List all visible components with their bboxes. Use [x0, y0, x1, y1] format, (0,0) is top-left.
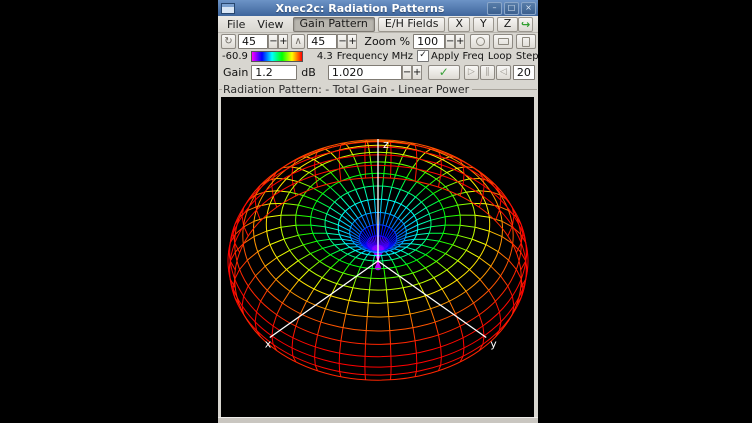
- rotate-spinbox[interactable]: 45: [238, 34, 268, 49]
- checkmark-icon: ✓: [419, 50, 427, 60]
- zoom-label: Zoom %: [364, 35, 410, 48]
- tab-gain-pattern[interactable]: Gain Pattern: [293, 17, 375, 32]
- view-reset-button[interactable]: [470, 34, 490, 49]
- redo-arrow-icon: ↪: [521, 18, 530, 31]
- rotate-increment-button[interactable]: +: [278, 34, 288, 49]
- svg-text:y: y: [490, 338, 497, 351]
- xnec2c-window: Xnec2c: Radiation Patterns – □ × File Vi…: [218, 0, 538, 423]
- rotate-button[interactable]: ↻: [221, 34, 236, 49]
- maximize-icon: □: [508, 3, 516, 12]
- svg-text:z: z: [383, 138, 389, 151]
- incline-increment-button[interactable]: +: [347, 34, 357, 49]
- apply-freq-checkbox[interactable]: ✓: [417, 50, 429, 62]
- gain-field: 1.2: [251, 65, 297, 80]
- incline-spinbox[interactable]: 45: [307, 34, 337, 49]
- page-icon: [522, 37, 530, 47]
- apply-freq-label: Apply Freq: [431, 51, 484, 62]
- window-title: Xnec2c: Radiation Patterns: [235, 1, 485, 16]
- zoom-increment-button[interactable]: +: [455, 34, 465, 49]
- pattern-frame-label: Radiation Pattern: - Total Gain - Linear…: [223, 83, 469, 96]
- circle-icon: [476, 37, 485, 46]
- desktop-background: Xnec2c: Radiation Patterns – □ × File Vi…: [0, 0, 752, 423]
- maximize-button[interactable]: □: [504, 2, 519, 15]
- axis-y-button[interactable]: Y: [473, 17, 494, 32]
- toolbar-row-rotation: ↻ 45 − + ∧ 45 − + Zoom % 100 − +: [218, 33, 538, 50]
- loop-label: Loop: [488, 51, 512, 62]
- window-menu-icon[interactable]: [221, 3, 235, 14]
- incline-decrement-button[interactable]: −: [337, 34, 347, 49]
- gain-scale-max: 4.3: [317, 51, 333, 62]
- menu-view[interactable]: View: [251, 18, 289, 31]
- frame-border-right: [472, 89, 537, 90]
- radiation-pattern-canvas[interactable]: x y z: [221, 97, 534, 417]
- loop-play-button[interactable]: ▷: [464, 65, 479, 80]
- minimize-button[interactable]: –: [487, 2, 502, 15]
- frame-header: Radiation Pattern: - Total Gain - Linear…: [218, 82, 538, 97]
- rewind-icon: ◁: [500, 67, 507, 77]
- menubar: File View Gain Pattern E/H Fields X Y Z …: [218, 16, 538, 33]
- menu-file[interactable]: File: [221, 18, 251, 31]
- incline-arrow-icon: ∧: [295, 36, 302, 47]
- db-label: dB: [301, 66, 316, 79]
- frequency-increment-button[interactable]: +: [412, 65, 422, 80]
- zoom-spinbox[interactable]: 100: [413, 34, 445, 49]
- frequency-spinbox[interactable]: 1.020: [328, 65, 402, 80]
- close-button[interactable]: ×: [521, 2, 536, 15]
- view-capture-button[interactable]: [516, 34, 536, 49]
- apply-button[interactable]: ✓: [428, 65, 460, 80]
- toolbar-row-gain: Gain 1.2 dB 1.020 − + ✓ ▷ ∥ ◁ 20: [218, 62, 538, 82]
- frame-border-left: [219, 89, 222, 90]
- rectangle-icon: [498, 38, 509, 45]
- toolbar-row-scale: -60.9 4.3 Frequency MHz ✓ Apply Freq Loo…: [218, 50, 538, 62]
- titlebar[interactable]: Xnec2c: Radiation Patterns – □ ×: [218, 0, 538, 16]
- pause-icon: ∥: [485, 67, 490, 77]
- view-normal-button[interactable]: [493, 34, 513, 49]
- tab-eh-fields[interactable]: E/H Fields: [378, 17, 446, 32]
- step-field[interactable]: 20: [513, 65, 535, 80]
- frequency-decrement-button[interactable]: −: [402, 65, 412, 80]
- incline-button[interactable]: ∧: [291, 34, 305, 49]
- axis-x-button[interactable]: X: [448, 17, 470, 32]
- colorbar: [251, 51, 303, 62]
- rotate-icon: ↻: [224, 36, 232, 47]
- gain-scale-min: -60.9: [222, 51, 248, 62]
- radiation-pattern-plot[interactable]: x y z: [221, 97, 534, 417]
- redo-button[interactable]: ↪: [518, 17, 533, 32]
- loop-pause-button[interactable]: ∥: [480, 65, 495, 80]
- close-icon: ×: [525, 3, 532, 12]
- rotate-decrement-button[interactable]: −: [268, 34, 278, 49]
- frequency-label: Frequency MHz: [337, 51, 413, 62]
- play-icon: ▷: [468, 67, 475, 77]
- zoom-decrement-button[interactable]: −: [445, 34, 455, 49]
- step-label: Step: [516, 51, 539, 62]
- minimize-icon: –: [493, 3, 497, 12]
- check-icon: ✓: [439, 65, 449, 79]
- loop-rewind-button[interactable]: ◁: [496, 65, 511, 80]
- window-bottom-border: [218, 417, 538, 423]
- svg-text:x: x: [265, 338, 272, 351]
- gain-label: Gain: [223, 66, 248, 79]
- axis-z-button[interactable]: Z: [497, 17, 519, 32]
